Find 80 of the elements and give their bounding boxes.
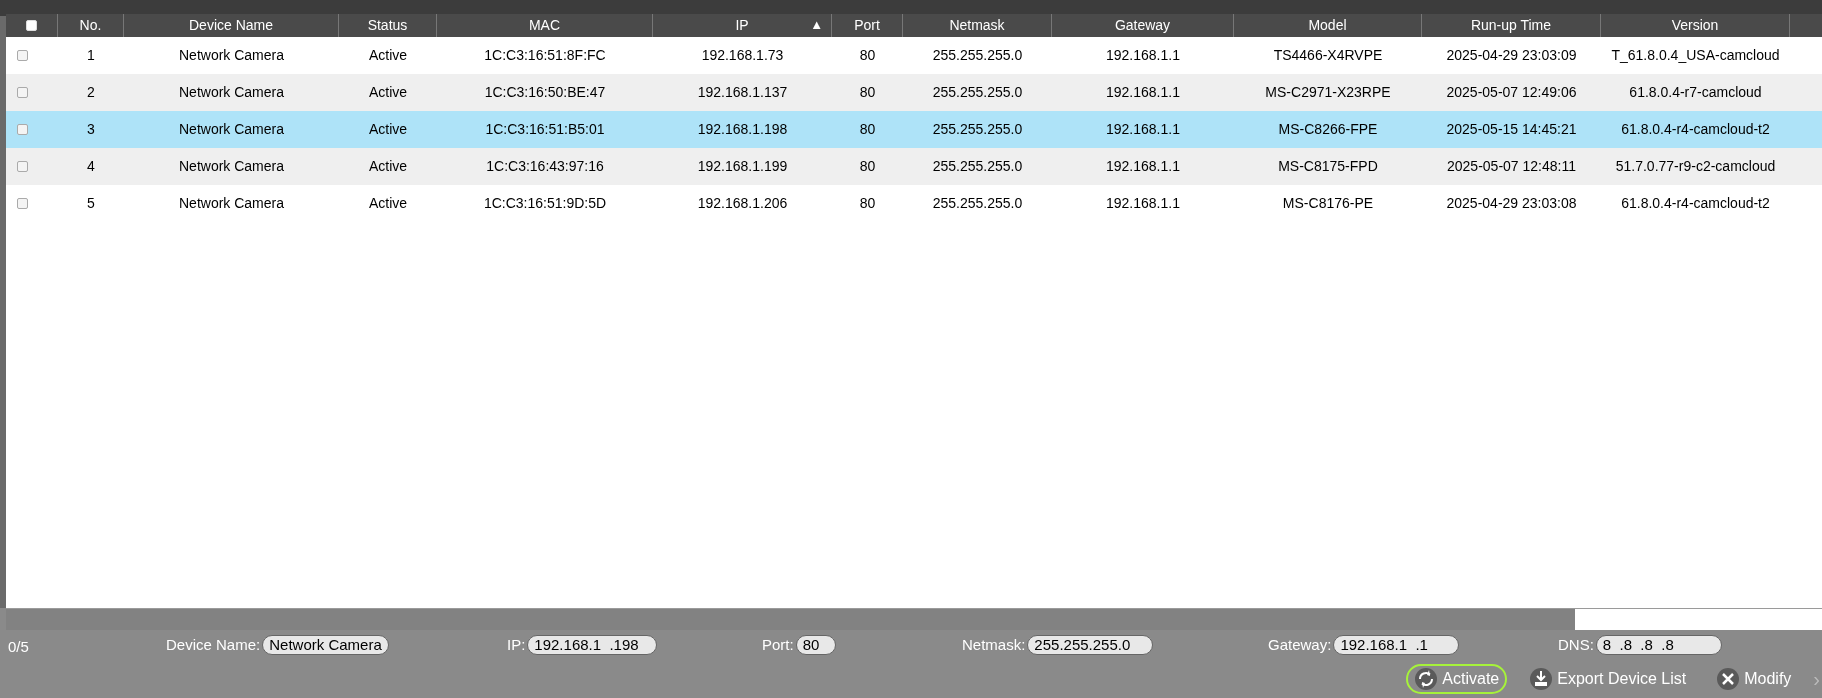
table-cell-text: Network Camera <box>179 194 284 213</box>
sort-indicator: ▲ <box>810 16 823 34</box>
checkbox[interactable] <box>16 198 28 209</box>
table-cell-text: 2 <box>87 83 95 102</box>
table-cell-text: 1C:C3:16:51:9D:5D <box>483 194 607 213</box>
table-cell-text: Active <box>368 157 408 176</box>
table-cell-text: 192.168.1.199 <box>697 157 788 176</box>
field-label: IP: <box>507 635 526 655</box>
table-cell-text: 2025-05-07 12:48:11 <box>1447 157 1576 176</box>
field-label: Device Name: <box>166 635 261 655</box>
checkbox[interactable] <box>16 124 28 135</box>
table-cell-text: MS-C2971-X23RPE <box>1265 83 1391 102</box>
input-field[interactable]: Network Camera <box>262 635 389 656</box>
table-cell-text: 1C:C3:16:51:8F:FC <box>484 46 606 65</box>
table-cell-text: 192.168.1.1 <box>1106 83 1180 102</box>
field-label: Netmask: <box>962 635 1026 655</box>
scrollbar-thumb[interactable] <box>6 609 1575 630</box>
table-cell-text: 80 <box>859 120 876 139</box>
table-cell-text: 255.255.255.0 <box>932 194 1023 213</box>
table-cell-text: 192.168.1.137 <box>697 83 788 102</box>
table-cell-text: 2025-04-29 23:03:09 <box>1446 46 1577 65</box>
table-cell-text: 1 <box>87 46 95 65</box>
table-cell-text: T_61.8.0.4_USA-camcloud <box>1611 46 1780 65</box>
table-row[interactable]: 4 Network Camera Active 1C:C3:16:43:97:16 192.168.1.199 80 255.255.255.0 192.168.1.1 MS-C8175-FPD 2025-05-07 12:48:11 51.7.0.77-r9-c2-camcloud <box>6 148 1822 185</box>
input-field[interactable]: 8 .8 .8 .8 <box>1595 635 1722 656</box>
table-cell-text: 255.255.255.0 <box>932 83 1023 102</box>
table-cell-text: 80 <box>859 46 876 65</box>
table-cell-text: TS4466-X4RVPE <box>1273 46 1383 65</box>
table-cell-text: 192.168.1.1 <box>1106 120 1180 139</box>
table-cell-text: 80 <box>859 157 876 176</box>
table-cell-text: 255.255.255.0 <box>932 46 1023 65</box>
input-field[interactable]: 192.168.1 .1 <box>1333 635 1460 656</box>
checkbox[interactable] <box>16 87 28 98</box>
table-cell-text: MS-C8175-FPD <box>1278 157 1378 176</box>
table-cell-text: 4 <box>87 157 95 176</box>
table-cell-text: 61.8.0.4-r7-camcloud <box>1629 83 1762 102</box>
table-cell-text: 192.168.1.1 <box>1106 194 1180 213</box>
checkbox[interactable] <box>16 161 28 172</box>
table-cell-text: 1C:C3:16:51:B5:01 <box>485 120 605 139</box>
table-cell-text: 80 <box>859 194 876 213</box>
table-cell-text: 51.7.0.77-r9-c2-camcloud <box>1615 157 1776 176</box>
field-label: Port: <box>762 635 794 655</box>
table-cell-text: 61.8.0.4-r4-camcloud-t2 <box>1621 120 1770 139</box>
table-cell-text: 2025-04-29 23:03:08 <box>1446 194 1577 213</box>
table-cell-text: 1C:C3:16:50:BE:47 <box>484 83 606 102</box>
table-cell-text: Active <box>368 46 408 65</box>
table-cell-text: Network Camera <box>179 46 284 65</box>
table-cell-text: Network Camera <box>179 120 284 139</box>
download-icon <box>1529 667 1554 691</box>
table-cell-text: 192.168.1.206 <box>697 194 788 213</box>
table-cell-text: 192.168.1.1 <box>1106 46 1180 65</box>
table-cell-text: 5 <box>87 194 95 213</box>
table-cell-text: 255.255.255.0 <box>932 120 1023 139</box>
table-cell-text: MS-C8266-FPE <box>1278 120 1378 139</box>
table-cell-text: 80 <box>859 83 876 102</box>
field-label: Gateway: <box>1268 635 1332 655</box>
field-label: DNS: <box>1558 635 1594 655</box>
table-row[interactable]: 2 Network Camera Active 1C:C3:16:50:BE:47 192.168.1.137 80 255.255.255.0 192.168.1.1 MS-C2971-X23RPE 2025-05-07 12:49:06 61.8.0.4-r7-camcloud <box>6 74 1822 111</box>
table-cell-text: 192.168.1.1 <box>1106 157 1180 176</box>
table-cell-text: Network Camera <box>179 157 284 176</box>
table-cell-text: 192.168.1.73 <box>701 46 784 65</box>
refresh-icon <box>1414 667 1439 691</box>
table-cell-text: 61.8.0.4-r4-camcloud-t2 <box>1621 194 1770 213</box>
input-field[interactable]: 255.255.255.0 <box>1027 635 1154 656</box>
table-cell-text: 2025-05-07 12:49:06 <box>1446 83 1577 102</box>
table-cell-text: Active <box>368 120 408 139</box>
table-cell-text: Network Camera <box>179 83 284 102</box>
table-row[interactable]: 3 Network Camera Active 1C:C3:16:51:B5:01 192.168.1.198 80 255.255.255.0 192.168.1.1 MS-C8266-FPE 2025-05-15 14:45:21 61.8.0.4-r4-camcloud-t2 <box>6 111 1822 148</box>
table-cell-text: 2025-05-15 14:45:21 <box>1446 120 1577 139</box>
table-cell-text: 255.255.255.0 <box>932 157 1023 176</box>
table-cell-text: Active <box>368 83 408 102</box>
table-cell-text: Active <box>368 194 408 213</box>
table-cell-text: 1C:C3:16:43:97:16 <box>486 157 604 176</box>
input-field[interactable]: 192.168.1 .198 <box>527 635 658 656</box>
selection-count: 0/5 <box>8 637 29 657</box>
table-cell-text: 3 <box>87 120 95 139</box>
input-field[interactable]: 80 <box>795 635 836 656</box>
table-cell-text: 192.168.1.198 <box>697 120 788 139</box>
checkbox[interactable] <box>16 50 28 61</box>
table-cell-text: MS-C8176-PE <box>1282 194 1374 213</box>
